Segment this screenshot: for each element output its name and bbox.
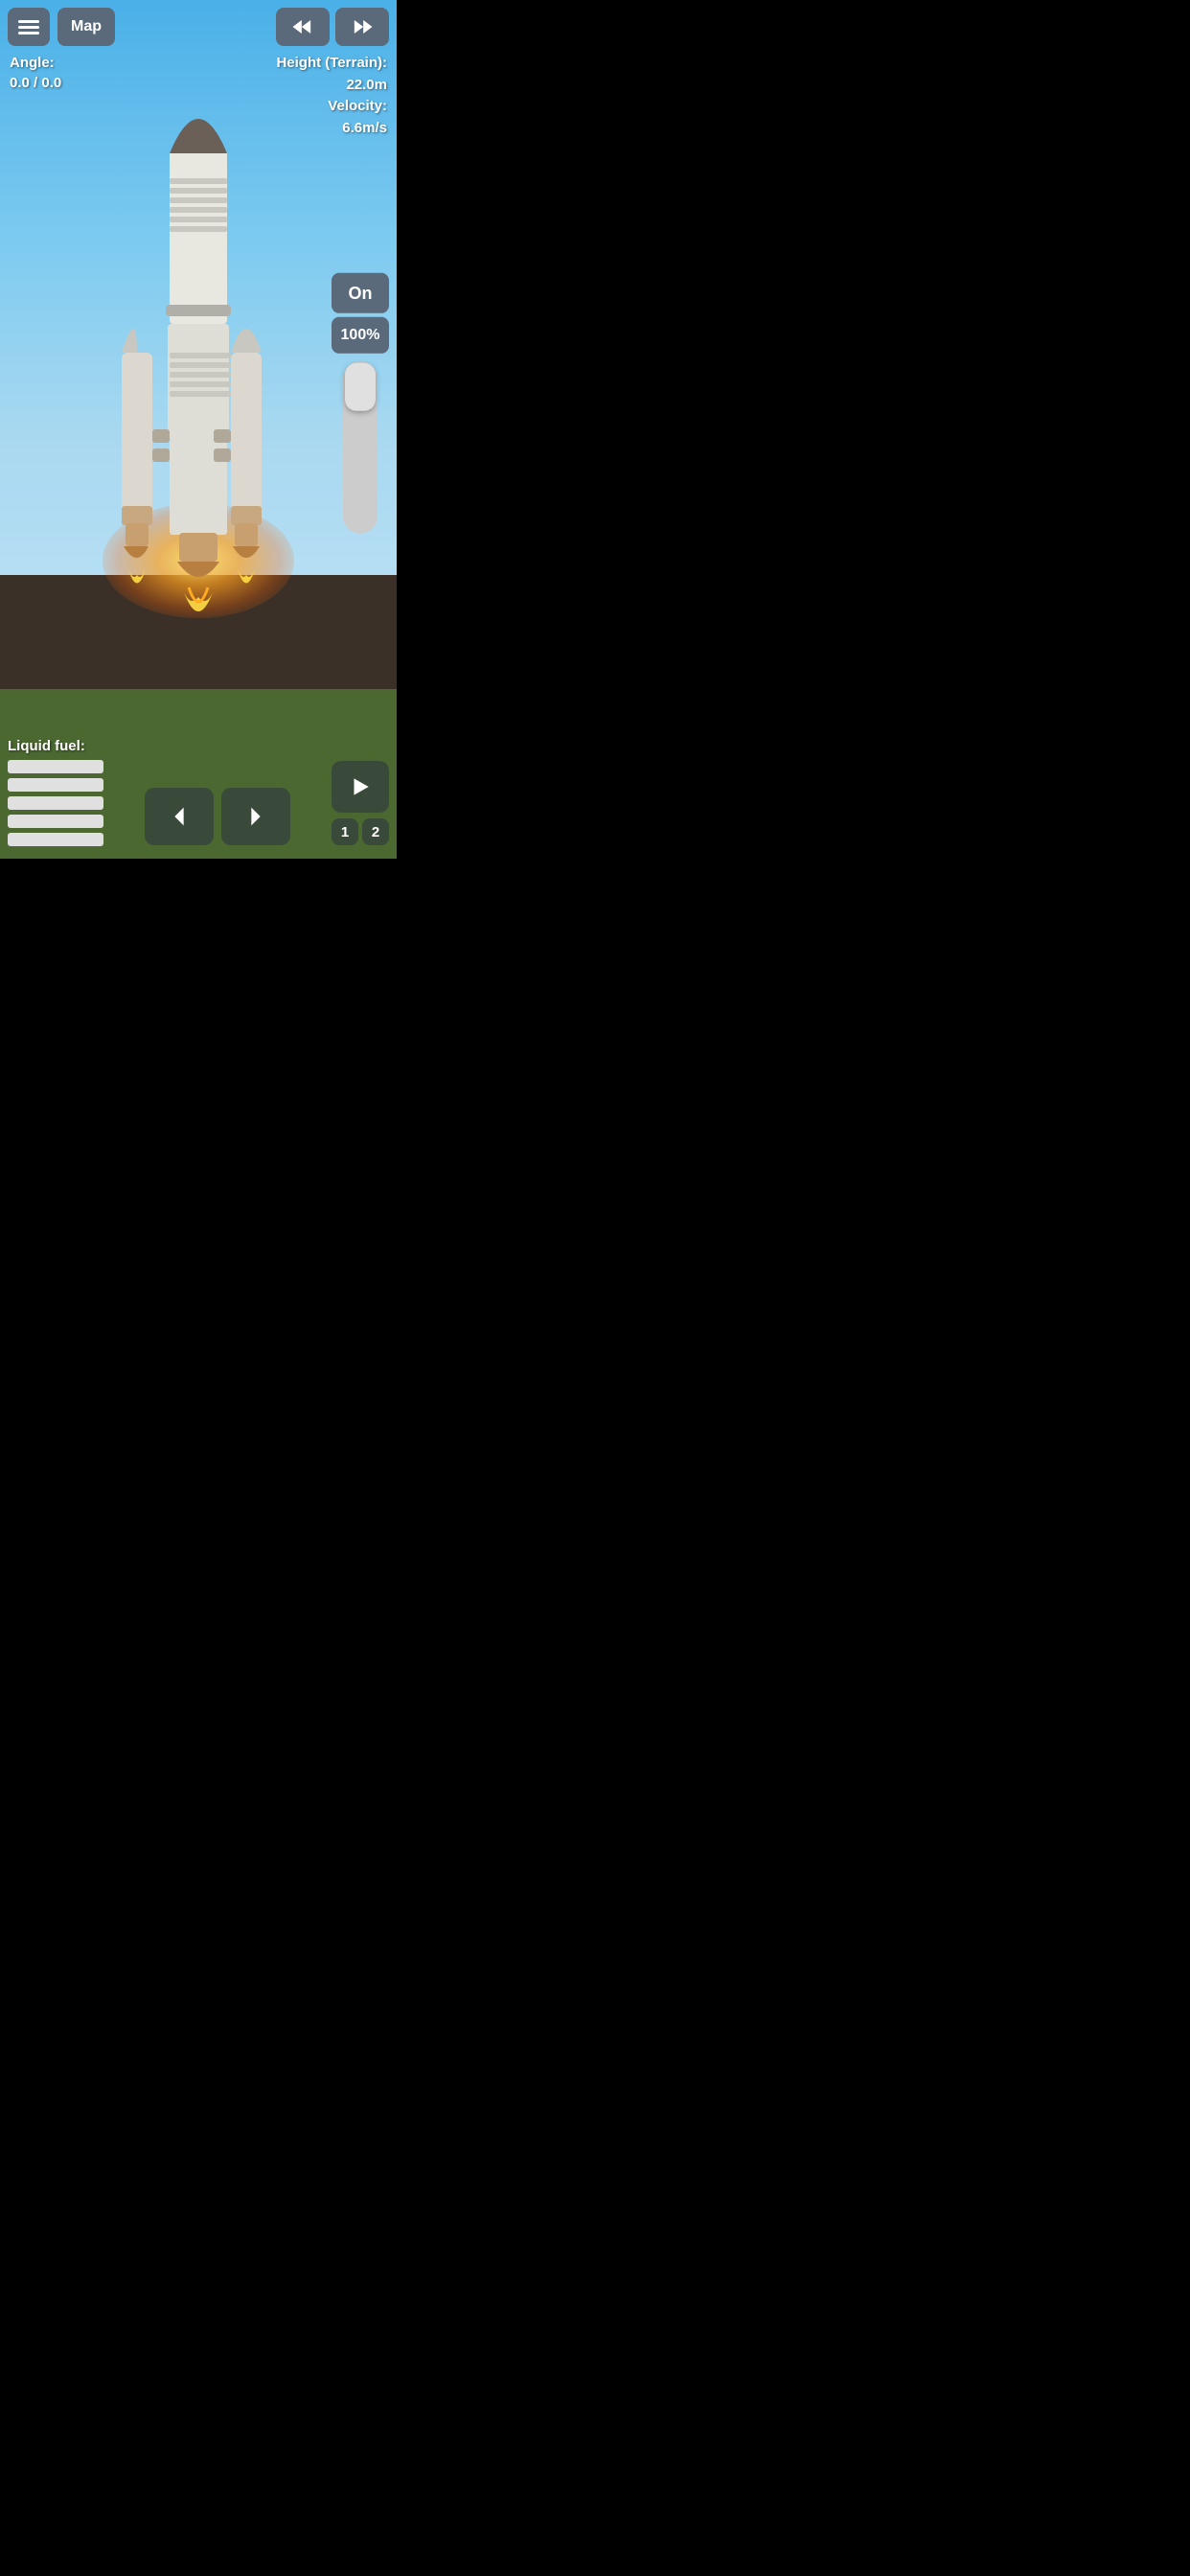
menu-button[interactable] <box>8 8 50 46</box>
rocket <box>93 75 304 635</box>
right-controls: On 100% <box>332 273 389 534</box>
left-nav-button[interactable] <box>145 788 214 845</box>
stage-1-button[interactable]: 1 <box>332 818 358 845</box>
fuel-section: Liquid fuel: <box>8 738 103 849</box>
menu-line-1 <box>18 20 39 23</box>
height-label: Height (Terrain): <box>276 53 387 75</box>
stats-right: Height (Terrain): 22.0m Velocity: 6.6m/s <box>276 53 387 139</box>
top-bar: Map <box>0 0 397 54</box>
right-nav-button[interactable] <box>221 788 290 845</box>
left-arrow-icon <box>166 803 193 830</box>
game-container: Map Angle: 0.0 / 0.0 Height (Terrain): 2… <box>0 0 397 859</box>
fuel-bar-2 <box>8 778 103 792</box>
center-nav-buttons <box>145 788 290 845</box>
fuel-bar-3 <box>8 796 103 810</box>
stage-2-button[interactable]: 2 <box>362 818 389 845</box>
stage-buttons: 1 2 <box>332 818 389 845</box>
right-bottom-buttons: 1 2 <box>332 761 389 845</box>
throttle-handle[interactable] <box>345 363 376 411</box>
bottom-bar: Liquid fuel: <box>0 728 397 859</box>
play-icon <box>348 774 373 799</box>
velocity-value: 6.6m/s <box>276 118 387 140</box>
fuel-bar-1 <box>8 760 103 773</box>
menu-line-2 <box>18 26 39 29</box>
top-left-controls: Map <box>8 8 115 46</box>
stats-left: Angle: 0.0 / 0.0 <box>10 53 61 93</box>
play-button[interactable] <box>332 761 389 813</box>
angle-value: 0.0 / 0.0 <box>10 73 61 93</box>
fastforward-button[interactable] <box>335 8 389 46</box>
fuel-bar-5 <box>8 833 103 846</box>
map-button[interactable]: Map <box>57 8 115 46</box>
height-value: 22.0m <box>276 75 387 97</box>
rocket-svg <box>93 75 304 631</box>
top-right-controls <box>276 8 389 46</box>
fastforward-icon <box>349 13 376 40</box>
fuel-bar-4 <box>8 815 103 828</box>
velocity-label: Velocity: <box>276 96 387 118</box>
rewind-icon <box>289 13 316 40</box>
engine-toggle-button[interactable]: On <box>332 273 389 313</box>
fuel-label: Liquid fuel: <box>8 738 103 754</box>
throttle-pct-button[interactable]: 100% <box>332 317 389 354</box>
throttle-slider[interactable] <box>343 361 378 534</box>
menu-line-3 <box>18 32 39 34</box>
right-arrow-icon <box>242 803 269 830</box>
rewind-button[interactable] <box>276 8 330 46</box>
angle-label: Angle: <box>10 53 61 73</box>
